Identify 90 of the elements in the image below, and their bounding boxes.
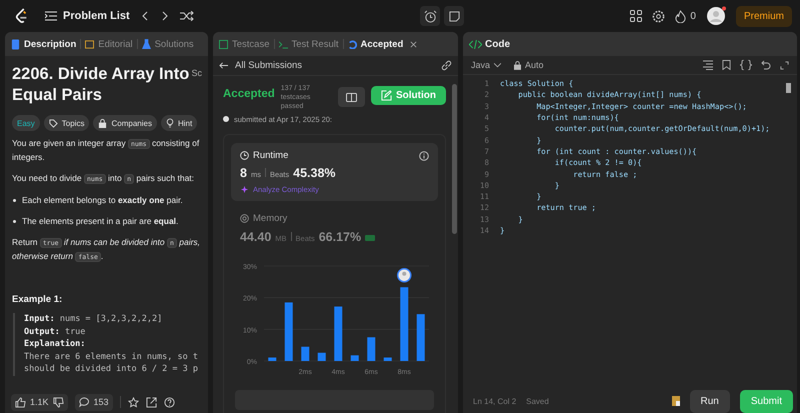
problem-title: 2206. Divide Array Into Equal Pairs: [12, 64, 190, 106]
shuffle-icon[interactable]: [180, 11, 194, 21]
logo-icon[interactable]: [15, 8, 29, 24]
help-icon[interactable]: [164, 396, 175, 408]
sparkle-icon: [240, 185, 249, 194]
topic-tag[interactable]: Companies: [93, 115, 157, 131]
flame-icon[interactable]: [675, 10, 686, 22]
badge-icon: [365, 235, 376, 241]
panel-tab[interactable]: Editorial: [85, 38, 133, 50]
panel-tab[interactable]: Testcase: [219, 38, 270, 50]
settings-icon[interactable]: [652, 10, 666, 22]
runtime-value: 8: [240, 166, 247, 180]
tag-icon: [48, 118, 58, 128]
book-icon: [85, 38, 94, 50]
chevron-down-icon: [494, 62, 502, 68]
flask-icon: [142, 38, 151, 50]
save-status: Saved: [526, 396, 549, 406]
comments-button[interactable]: 153: [74, 394, 113, 410]
info-icon[interactable]: [419, 150, 429, 160]
runtime-beats: 45.38%: [293, 166, 336, 180]
panel-tab[interactable]: Test Result: [278, 38, 338, 50]
alarm-clock-button[interactable]: [420, 6, 440, 26]
expand-icon[interactable]: [780, 60, 789, 70]
problem-list-button[interactable]: Problem List: [45, 10, 130, 22]
thumbs-up-icon: [15, 396, 26, 408]
premium-button[interactable]: Premium: [736, 6, 792, 26]
link-icon[interactable]: [441, 60, 452, 71]
lightbulb-icon: [166, 118, 174, 128]
avatar-icon[interactable]: [706, 6, 726, 26]
panel-tab[interactable]: Solutions: [142, 38, 194, 50]
back-link[interactable]: All Submissions: [219, 60, 302, 71]
run-button[interactable]: Run: [690, 390, 730, 412]
streak-count: 0: [690, 10, 696, 22]
solved-label: Sc: [191, 68, 202, 78]
refresh-icon: [348, 40, 356, 48]
example-heading: Example 1:: [12, 294, 64, 305]
cursor-position: Ln 14, Col 2: [473, 396, 516, 406]
scrollbar-thumb[interactable]: [786, 83, 791, 93]
edit-icon: [381, 90, 392, 101]
user-marker-icon: [397, 268, 412, 282]
topic-tag[interactable]: Hint: [160, 115, 198, 131]
bullet-item: Each element belongs to exactly one pair.: [12, 194, 202, 207]
star-icon[interactable]: [128, 396, 139, 408]
topic-tag[interactable]: Topics: [44, 115, 90, 131]
like-button[interactable]: 1.1K: [11, 394, 68, 410]
share-icon[interactable]: [146, 396, 157, 408]
list-icon: [45, 11, 57, 21]
panel-tab[interactable]: Description: [11, 38, 76, 50]
avatar-icon: [223, 114, 230, 124]
undo-icon[interactable]: [761, 60, 771, 70]
lock-icon: [98, 118, 108, 128]
code-icon: [469, 40, 482, 48]
panel-tab[interactable]: Accepted: [348, 38, 404, 50]
auto-mode-label[interactable]: Auto: [514, 60, 544, 70]
previous-icon[interactable]: [140, 11, 150, 21]
runtime-label: Runtime: [240, 150, 288, 161]
back-arrow-icon: [219, 61, 228, 70]
comment-icon: [78, 396, 90, 408]
checkbox-icon: [219, 40, 228, 48]
note-button[interactable]: [444, 6, 464, 26]
document-icon: [11, 38, 20, 50]
example-line: Output: true: [24, 326, 86, 338]
format-icon[interactable]: [703, 60, 713, 70]
example-line: Explanation:: [24, 338, 86, 350]
alarm-clock-icon: [424, 10, 437, 22]
memory-value: 44.40: [240, 230, 272, 244]
memory-beats: 66.17%: [318, 230, 362, 244]
example-line: should be divided into 6 / 2 = 3 p: [24, 363, 199, 376]
book-icon: [346, 92, 357, 102]
lock-icon: [514, 60, 522, 70]
clock-icon: [240, 151, 249, 160]
terminal-icon: [278, 40, 288, 48]
language-dropdown[interactable]: Java: [471, 60, 502, 70]
bullet-item: The elements present in a pair are equal.: [12, 215, 202, 228]
memory-label: Memory: [240, 213, 429, 224]
braces-icon[interactable]: [740, 60, 752, 70]
note-icon: [448, 10, 460, 22]
chip-icon: [240, 214, 249, 223]
pixel-pet-icon[interactable]: [672, 396, 680, 406]
thumbs-down-icon[interactable]: [52, 396, 64, 408]
next-icon[interactable]: [160, 11, 170, 21]
bookmark-icon[interactable]: [722, 60, 731, 70]
topic-tag[interactable]: Easy: [12, 115, 40, 131]
code-panel-title: Code: [469, 38, 510, 50]
status-accepted: Accepted: [223, 88, 275, 100]
close-icon[interactable]: [410, 40, 418, 48]
grid-icon[interactable]: [630, 10, 642, 22]
example-line: There are 6 elements in nums, so t: [24, 350, 199, 363]
example-line: Input: nums = [3,2,3,2,2,2]: [24, 313, 164, 326]
book-button[interactable]: [338, 87, 365, 107]
